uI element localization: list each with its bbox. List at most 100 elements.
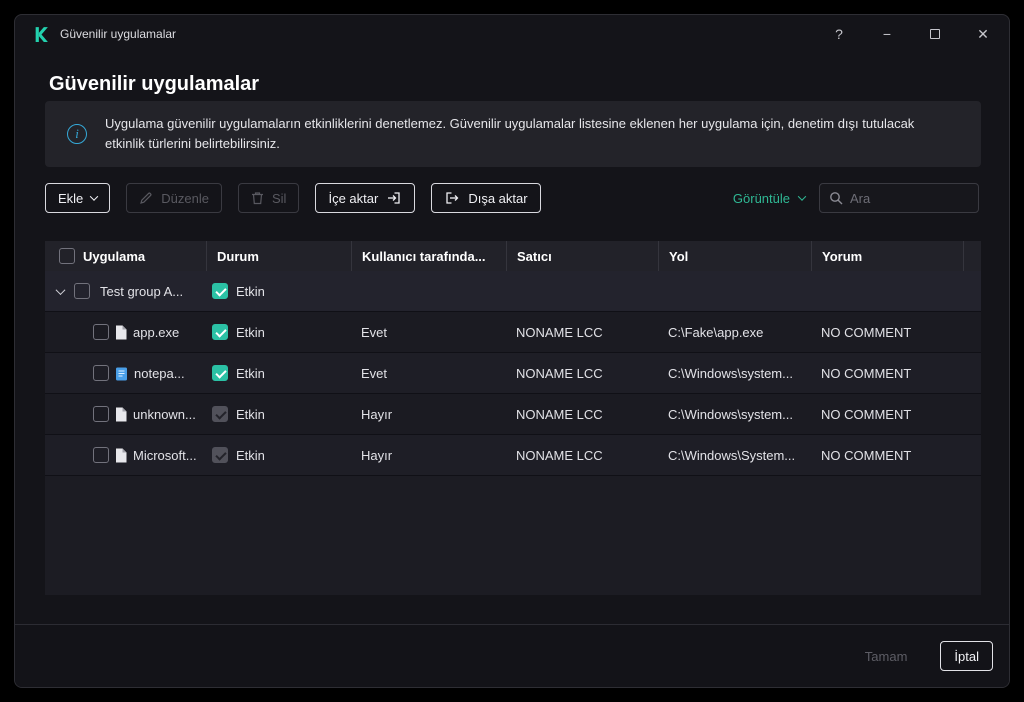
search-icon bbox=[829, 191, 843, 205]
collapse-chevron-icon[interactable] bbox=[55, 284, 66, 295]
status-label: Etkin bbox=[236, 365, 265, 381]
row-checkbox[interactable] bbox=[93, 324, 109, 340]
notepad-icon bbox=[115, 366, 128, 381]
status-checkbox[interactable] bbox=[212, 283, 228, 299]
maximize-icon bbox=[930, 29, 940, 39]
table-row[interactable]: Microsoft... Etkin Hayır NONAME LCC C:\W… bbox=[45, 435, 981, 476]
user-defined-cell: Evet bbox=[361, 324, 388, 340]
toolbar: Ekle Düzenle Sil İçe aktar Dışa aktar Gö… bbox=[45, 183, 979, 213]
page-title: Güvenilir uygulamalar bbox=[49, 73, 260, 95]
edit-button[interactable]: Düzenle bbox=[126, 183, 222, 213]
help-button[interactable]: ? bbox=[815, 15, 863, 53]
file-icon bbox=[115, 448, 127, 463]
delete-button[interactable]: Sil bbox=[238, 183, 300, 213]
chevron-down-icon bbox=[90, 192, 99, 201]
file-icon bbox=[115, 325, 127, 340]
column-header-label: Yol bbox=[669, 248, 689, 264]
import-icon bbox=[386, 190, 402, 206]
row-checkbox[interactable] bbox=[93, 365, 109, 381]
column-header-status[interactable]: Durum bbox=[206, 241, 351, 271]
app-name: unknown... bbox=[133, 406, 196, 422]
info-icon: i bbox=[67, 124, 87, 144]
column-header-path[interactable]: Yol bbox=[658, 241, 811, 271]
table-group-row[interactable]: Test group A... Etkin bbox=[45, 271, 981, 312]
table-row[interactable]: app.exe Etkin Evet NONAME LCC C:\Fake\ap… bbox=[45, 312, 981, 353]
status-checkbox[interactable] bbox=[212, 447, 228, 463]
add-button[interactable]: Ekle bbox=[45, 183, 111, 213]
table-empty-area bbox=[45, 476, 981, 595]
view-dropdown-label: Görüntüle bbox=[732, 190, 790, 206]
add-button-label: Ekle bbox=[58, 190, 84, 206]
file-icon bbox=[115, 407, 127, 422]
app-name: notepa... bbox=[134, 365, 185, 381]
path-cell: C:\Windows\system... bbox=[668, 365, 793, 381]
edit-button-label: Düzenle bbox=[161, 190, 209, 206]
export-icon bbox=[444, 190, 460, 206]
column-header-label: Satıcı bbox=[517, 248, 552, 264]
vendor-cell: NONAME LCC bbox=[516, 324, 603, 340]
table-row[interactable]: notepa... Etkin Evet NONAME LCC C:\Windo… bbox=[45, 353, 981, 394]
comment-cell: NO COMMENT bbox=[821, 447, 912, 463]
import-button-label: İçe aktar bbox=[328, 190, 379, 206]
export-button[interactable]: Dışa aktar bbox=[431, 183, 541, 213]
ok-button[interactable]: Tamam bbox=[854, 641, 919, 671]
delete-button-label: Sil bbox=[272, 190, 287, 206]
status-label: Etkin bbox=[236, 447, 265, 463]
export-button-label: Dışa aktar bbox=[468, 190, 528, 206]
search-box[interactable] bbox=[819, 183, 979, 213]
path-cell: C:\Fake\app.exe bbox=[668, 324, 764, 340]
user-defined-cell: Hayır bbox=[361, 447, 393, 463]
trash-icon bbox=[251, 191, 264, 205]
column-header-label: Yorum bbox=[822, 248, 863, 264]
table-row[interactable]: unknown... Etkin Hayır NONAME LCC C:\Win… bbox=[45, 394, 981, 435]
status-label: Etkin bbox=[236, 324, 265, 340]
column-header-spacer bbox=[963, 241, 981, 271]
row-checkbox[interactable] bbox=[74, 283, 90, 299]
app-name: app.exe bbox=[133, 324, 180, 340]
window-controls: ? − ✕ bbox=[815, 15, 1009, 53]
row-checkbox[interactable] bbox=[93, 406, 109, 422]
kaspersky-logo bbox=[33, 26, 50, 43]
trusted-apps-table: Uygulama Durum Kullanıcı tarafında... Sa… bbox=[45, 241, 981, 595]
status-label: Etkin bbox=[236, 283, 265, 299]
status-checkbox[interactable] bbox=[212, 365, 228, 381]
row-checkbox[interactable] bbox=[93, 447, 109, 463]
app-name: Microsoft... bbox=[133, 447, 197, 463]
close-button[interactable]: ✕ bbox=[959, 15, 1007, 53]
pencil-icon bbox=[139, 191, 153, 205]
titlebar: Güvenilir uygulamalar ? − ✕ bbox=[15, 15, 1009, 53]
vendor-cell: NONAME LCC bbox=[516, 365, 603, 381]
select-all-checkbox[interactable] bbox=[59, 248, 75, 264]
column-header-user-defined[interactable]: Kullanıcı tarafında... bbox=[351, 241, 506, 271]
info-banner: i Uygulama güvenilir uygulamaların etkin… bbox=[45, 101, 981, 167]
comment-cell: NO COMMENT bbox=[821, 406, 912, 422]
info-banner-text: Uygulama güvenilir uygulamaların etkinli… bbox=[105, 116, 915, 151]
status-checkbox[interactable] bbox=[212, 324, 228, 340]
user-defined-cell: Hayır bbox=[361, 406, 393, 422]
minimize-icon: − bbox=[882, 26, 892, 42]
import-button[interactable]: İçe aktar bbox=[315, 183, 416, 213]
window-title: Güvenilir uygulamalar bbox=[60, 27, 177, 41]
vendor-cell: NONAME LCC bbox=[516, 447, 603, 463]
column-header-comment[interactable]: Yorum bbox=[811, 241, 963, 271]
column-header-label: Kullanıcı tarafında... bbox=[362, 248, 486, 264]
search-input[interactable] bbox=[850, 190, 969, 206]
comment-cell: NO COMMENT bbox=[821, 324, 912, 340]
maximize-button[interactable] bbox=[911, 15, 959, 53]
user-defined-cell: Evet bbox=[361, 365, 388, 381]
footer: Tamam İptal bbox=[15, 624, 1009, 687]
column-header-label: Durum bbox=[217, 248, 259, 264]
column-header-vendor[interactable]: Satıcı bbox=[506, 241, 658, 271]
minimize-button[interactable]: − bbox=[863, 15, 911, 53]
cancel-button[interactable]: İptal bbox=[940, 641, 993, 671]
app-window: Güvenilir uygulamalar ? − ✕ Güvenilir uy… bbox=[14, 14, 1010, 688]
status-checkbox[interactable] bbox=[212, 406, 228, 422]
view-dropdown[interactable]: Görüntüle bbox=[732, 190, 807, 206]
vendor-cell: NONAME LCC bbox=[516, 406, 603, 422]
toolbar-right: Görüntüle bbox=[733, 183, 979, 213]
column-header-application[interactable]: Uygulama bbox=[45, 241, 206, 271]
status-label: Etkin bbox=[236, 406, 265, 422]
group-name: Test group A... bbox=[100, 283, 184, 299]
path-cell: C:\Windows\system... bbox=[668, 406, 793, 422]
chevron-down-icon bbox=[797, 192, 807, 201]
